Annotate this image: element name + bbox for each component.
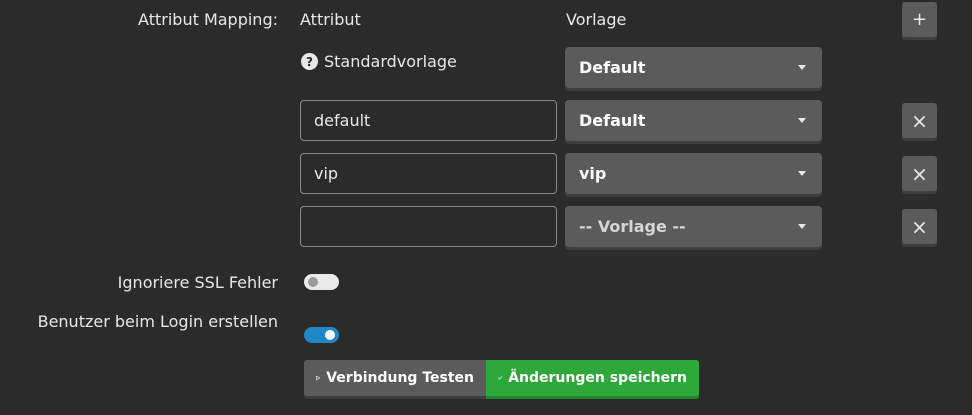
template-select-3-value: -- Vorlage -- [579, 217, 686, 236]
add-mapping-button[interactable]: + [902, 2, 937, 37]
caret-down-icon [798, 224, 806, 229]
remove-mapping-button-3[interactable]: × [902, 209, 937, 244]
template-select-1[interactable]: Default [565, 100, 822, 141]
check-icon [498, 376, 503, 380]
default-template-row-label: ? Standardvorlage [301, 52, 457, 71]
column-header-template: Vorlage [566, 10, 627, 29]
template-select-2[interactable]: vip [565, 153, 822, 194]
test-connection-button[interactable]: Verbindung Testen [304, 360, 486, 396]
template-select-1-value: Default [579, 111, 646, 130]
create-on-login-label: Benutzer beim Login erstellen [37, 312, 278, 331]
close-icon: × [911, 161, 928, 186]
remove-mapping-button-1[interactable]: × [902, 103, 937, 138]
attribute-mapping-label: Attribut Mapping: [138, 10, 278, 29]
close-icon: × [911, 108, 928, 133]
caret-down-icon [798, 65, 806, 70]
attribute-input-1[interactable] [300, 100, 557, 141]
help-icon[interactable]: ? [301, 53, 318, 70]
template-select-2-value: vip [579, 164, 607, 183]
column-header-attribute: Attribut [300, 10, 361, 29]
caret-down-icon [798, 171, 806, 176]
remove-mapping-button-2[interactable]: × [902, 156, 937, 191]
plus-icon: + [911, 8, 928, 30]
create-on-login-toggle[interactable] [304, 327, 339, 343]
ignore-ssl-label: Ignoriere SSL Fehler [117, 273, 278, 292]
play-icon [316, 375, 321, 381]
default-template-select-value: Default [579, 58, 646, 77]
ignore-ssl-toggle[interactable] [304, 274, 339, 290]
attribute-input-2[interactable] [300, 153, 557, 194]
default-template-select[interactable]: Default [565, 47, 822, 88]
caret-down-icon [798, 118, 806, 123]
default-template-label: Standardvorlage [324, 52, 457, 71]
test-connection-label: Verbindung Testen [326, 370, 474, 386]
save-changes-button[interactable]: Änderungen speichern [486, 360, 699, 396]
save-changes-label: Änderungen speichern [508, 370, 687, 386]
attribute-input-3[interactable] [300, 206, 557, 247]
close-icon: × [911, 214, 928, 239]
toggle-knob [308, 277, 318, 287]
toggle-knob [325, 330, 335, 340]
template-select-3[interactable]: -- Vorlage -- [565, 206, 822, 247]
